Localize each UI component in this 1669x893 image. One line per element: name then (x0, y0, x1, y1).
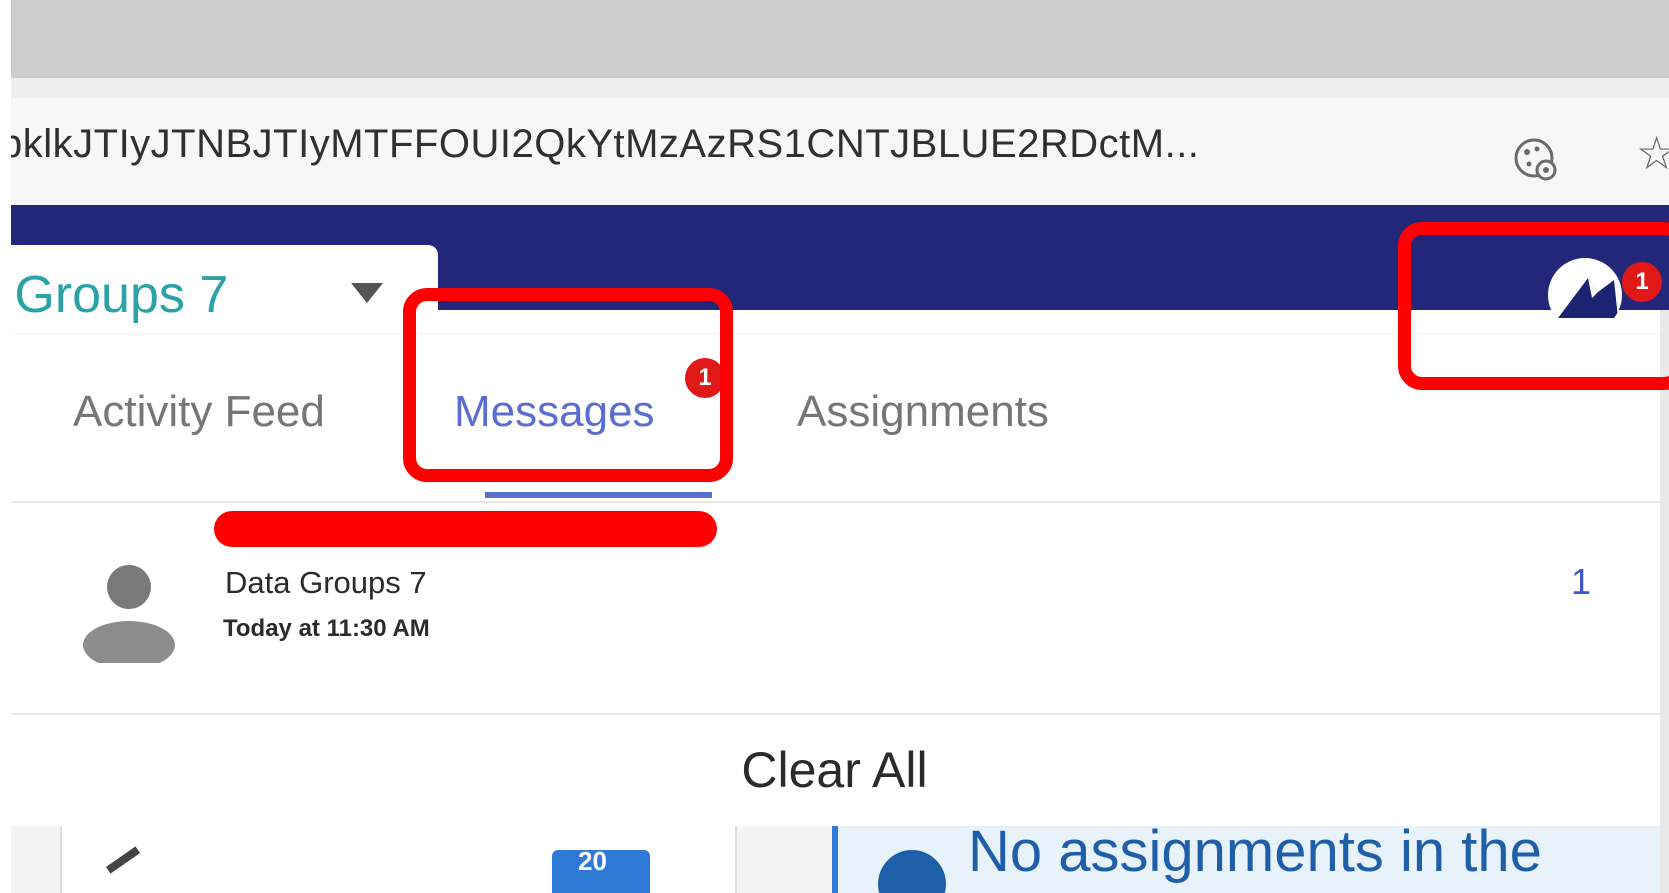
caret-down-icon (351, 283, 383, 303)
notification-tabs: Activity Feed Messages Assignments (11, 335, 1669, 503)
info-icon (878, 850, 946, 893)
star-icon[interactable]: ☆ (1636, 130, 1669, 176)
avatar-logo-icon (1549, 259, 1621, 331)
info-banner-text: No assignments in the (968, 826, 1542, 884)
notifications-avatar-button[interactable] (1548, 258, 1622, 332)
message-list-item[interactable]: Data Groups 7 Today at 11:30 AM 1 (11, 503, 1669, 715)
tab-messages[interactable]: Messages (454, 387, 655, 437)
browser-toolbar-edge (11, 78, 1669, 98)
notification-count-badge: 1 (1622, 262, 1662, 302)
edit-card[interactable] (60, 826, 204, 893)
tab-activity-feed[interactable]: Activity Feed (73, 387, 325, 437)
left-edge (0, 0, 11, 893)
group-selector[interactable]: a Groups 7 (11, 245, 438, 325)
message-timestamp: Today at 11:30 AM (223, 615, 430, 642)
message-count: 1 (1571, 561, 1592, 602)
browser-tabstrip (11, 0, 1669, 78)
cookie-icon[interactable] (1512, 136, 1560, 184)
calendar-card[interactable] (195, 826, 737, 893)
group-selector-label: a Groups 7 (11, 266, 229, 324)
active-tab-indicator (485, 492, 712, 498)
messages-tab-badge: 1 (685, 358, 725, 398)
clear-all-button[interactable]: Clear All (0, 714, 1669, 826)
url-text[interactable]: bklkJTIyJTNBJTIyMTFFOUI2QkYtMzAzRS1CNTJB… (0, 122, 1199, 167)
calendar-day: 20 (578, 846, 607, 876)
scrollbar[interactable] (1660, 310, 1669, 893)
calendar-icon: 20 (552, 846, 650, 893)
person-icon (83, 565, 175, 663)
redacted-sender-name (214, 511, 717, 547)
info-banner: No assignments in the (832, 826, 1669, 893)
tab-assignments[interactable]: Assignments (797, 387, 1049, 437)
message-group-name: Data Groups 7 (225, 565, 427, 600)
